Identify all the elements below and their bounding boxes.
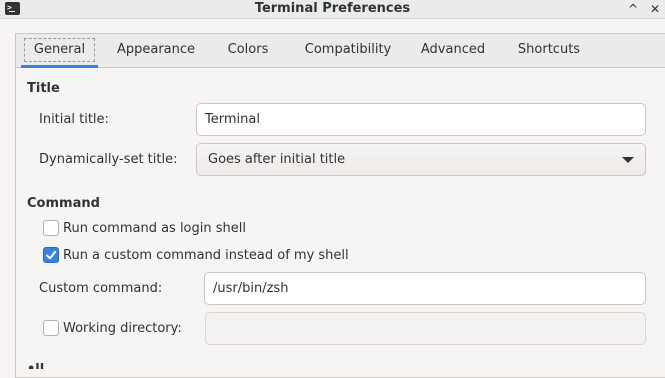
command-section-heading: Command	[27, 196, 100, 211]
tab-label: Advanced	[420, 42, 486, 57]
dynamic-title-label: Dynamically-set title:	[39, 152, 178, 167]
next-section-heading-partial: •ll	[27, 362, 87, 369]
dynamic-title-value: Goes after initial title	[208, 152, 346, 167]
clipped-heading-glyphs: •ll	[27, 362, 44, 369]
close-button[interactable]: ✕	[646, 0, 664, 18]
initial-title-input[interactable]: Terminal	[196, 103, 646, 136]
initial-title-label: Initial title:	[39, 112, 109, 127]
tab-general[interactable]: General	[21, 34, 98, 68]
tab-label: Compatibility	[304, 42, 392, 57]
title-section-heading: Title	[27, 81, 60, 96]
custom-command-label: Custom command:	[39, 281, 163, 296]
window-title: Terminal Preferences	[254, 1, 411, 16]
maximize-button[interactable]: ^	[624, 0, 642, 18]
custom-command-checkbox[interactable]	[43, 247, 59, 263]
tab-label: Shortcuts	[517, 42, 581, 57]
tab-label: Colors	[227, 42, 269, 57]
working-directory-label[interactable]: Working directory:	[63, 321, 182, 337]
tab-colors[interactable]: Colors	[217, 34, 279, 67]
custom-command-toggle-label[interactable]: Run a custom command instead of my shell	[63, 248, 349, 264]
custom-command-input[interactable]: /usr/bin/zsh	[204, 272, 646, 305]
working-directory-input[interactable]	[205, 312, 646, 345]
focus-ring	[24, 38, 95, 62]
checkmark-icon	[46, 250, 57, 260]
dynamic-title-dropdown[interactable]: Goes after initial title	[196, 143, 646, 176]
tab-advanced[interactable]: Advanced	[413, 34, 493, 67]
login-shell-checkbox[interactable]	[43, 220, 59, 236]
working-directory-checkbox[interactable]	[43, 320, 59, 336]
login-shell-label[interactable]: Run command as login shell	[63, 221, 246, 237]
tab-compatibility[interactable]: Compatibility	[294, 34, 402, 67]
tab-label: Appearance	[116, 42, 196, 57]
tab-shortcuts[interactable]: Shortcuts	[506, 34, 592, 67]
chevron-down-icon	[622, 157, 634, 163]
window-titlebar: > Terminal Preferences ^ ✕	[0, 0, 665, 19]
tab-bar: General Appearance Colors Compatibility …	[16, 34, 665, 68]
tab-appearance[interactable]: Appearance	[109, 34, 203, 67]
